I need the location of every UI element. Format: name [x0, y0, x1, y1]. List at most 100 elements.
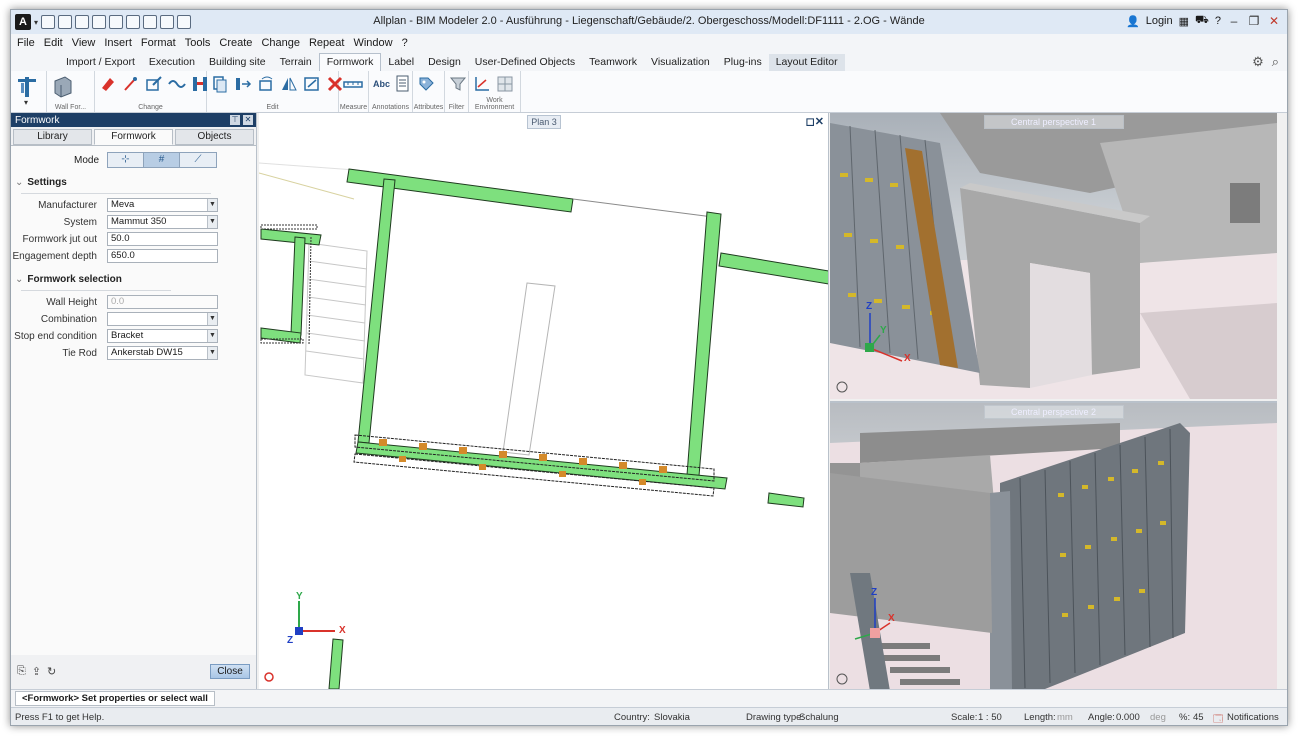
plan-title[interactable]: Plan 3 [527, 115, 561, 129]
angle-value[interactable]: 0.000 [1116, 712, 1140, 723]
login-button[interactable]: Login [1146, 15, 1173, 27]
save-favorites-icon[interactable]: ⇪ [32, 665, 41, 678]
percent-value[interactable]: 45 [1193, 712, 1204, 723]
mirror-icon[interactable] [280, 75, 298, 93]
filter-icon[interactable] [449, 75, 467, 93]
tab-formwork-panel[interactable]: Formwork [94, 129, 173, 145]
rotate-icon[interactable] [257, 75, 275, 93]
wave-icon[interactable] [168, 75, 186, 93]
menu-edit[interactable]: Edit [44, 37, 63, 49]
mode-corner-icon[interactable]: ⊹ [108, 153, 144, 167]
stop-end-select[interactable]: Bracket ▼ [107, 329, 218, 343]
help-icon[interactable]: ? [1215, 15, 1221, 27]
menu-change[interactable]: Change [261, 37, 300, 49]
formwork-selection-section[interactable]: ⌄ Formwork selection [15, 274, 256, 296]
perspective-1-title[interactable]: Central perspective 1 [983, 115, 1124, 129]
menu-help[interactable]: ? [402, 37, 408, 49]
cart-icon[interactable]: ⛟ [1195, 14, 1209, 28]
tie-rod-select[interactable]: Ankerstab DW15 ▼ [107, 346, 218, 360]
plan-drawing[interactable] [259, 113, 829, 689]
reset-icon[interactable]: ↻ [47, 665, 56, 678]
formwork-tower-icon[interactable]: ▾ [15, 75, 39, 107]
menu-view[interactable]: View [72, 37, 96, 49]
tab-plug-ins[interactable]: Plug-ins [717, 54, 769, 71]
perspective-2-title[interactable]: Central perspective 2 [983, 405, 1124, 419]
notifications-button[interactable]: Notifications [1227, 712, 1279, 723]
jut-out-input[interactable]: 50.0 [107, 232, 218, 246]
user-icon[interactable]: 👤 [1126, 15, 1140, 28]
new-file-icon[interactable] [41, 15, 56, 29]
menu-create[interactable]: Create [219, 37, 252, 49]
tab-library[interactable]: Library [13, 129, 92, 145]
tab-formwork[interactable]: Formwork [318, 53, 382, 71]
tab-design[interactable]: Design [421, 54, 468, 71]
tab-execution[interactable]: Execution [142, 54, 202, 71]
angle-unit[interactable]: deg [1150, 712, 1166, 723]
redo-icon[interactable] [126, 15, 141, 29]
menu-file[interactable]: File [17, 37, 35, 49]
search-icon[interactable]: ⌕ [1272, 54, 1279, 70]
perspective-view-1[interactable]: Z Y X Central perspective 1 [830, 113, 1277, 399]
restore-button[interactable]: ❐ [1247, 14, 1261, 28]
combination-select[interactable]: ▼ [107, 312, 218, 326]
allplan-logo-icon[interactable]: A [15, 14, 31, 30]
pen-icon[interactable] [122, 75, 140, 93]
menu-repeat[interactable]: Repeat [309, 37, 344, 49]
save-icon[interactable] [75, 15, 90, 29]
settings-gear-icon[interactable]: ⚙ [1252, 54, 1264, 70]
chevron-down-icon[interactable]: ▼ [207, 330, 217, 342]
open-file-icon[interactable] [58, 15, 73, 29]
close-button[interactable]: Close [210, 664, 250, 679]
minimize-button[interactable]: – [1227, 14, 1241, 28]
mode-tilt-icon[interactable]: ⟋ [180, 153, 216, 167]
scale-value[interactable]: 1 : 50 [978, 712, 1002, 723]
chevron-down-icon[interactable]: ▼ [207, 216, 217, 228]
tab-import-export[interactable]: Import / Export [59, 54, 142, 71]
tab-layout-editor[interactable]: Layout Editor [768, 54, 845, 71]
tab-building-site[interactable]: Building site [202, 54, 273, 71]
window-icon[interactable] [160, 15, 175, 29]
coordinate-icon[interactable] [473, 75, 491, 93]
menu-format[interactable]: Format [141, 37, 176, 49]
copy-icon[interactable] [211, 75, 229, 93]
menu-tools[interactable]: Tools [185, 37, 211, 49]
chevron-down-icon[interactable]: ▼ [207, 313, 217, 325]
chevron-down-icon[interactable]: ▼ [207, 199, 217, 211]
tab-visualization[interactable]: Visualization [644, 54, 717, 71]
grid-icon[interactable]: ▦ [1179, 15, 1189, 28]
perspective-view-2[interactable]: Z X Central perspective 2 [830, 401, 1277, 689]
engagement-input[interactable]: 650.0 [107, 249, 218, 263]
move-icon[interactable] [234, 75, 252, 93]
undo-icon[interactable] [109, 15, 124, 29]
notifications-icon[interactable]: 🗔 [1213, 712, 1223, 725]
pin-icon[interactable]: ⊤ [230, 115, 240, 125]
snap-target-icon[interactable] [264, 672, 274, 682]
drawing-type-value[interactable]: Schalung [799, 712, 839, 723]
tab-label[interactable]: Label [381, 54, 421, 71]
tab-teamwork[interactable]: Teamwork [582, 54, 644, 71]
mode-grid-icon[interactable]: # [144, 153, 180, 167]
plan-viewport[interactable]: Y X Z Plan 3 ◻✕ [259, 113, 829, 689]
document-icon[interactable] [395, 75, 411, 93]
open-favorites-icon[interactable]: ⎘ [17, 665, 26, 678]
attributes-icon[interactable] [417, 75, 435, 93]
close-window-button[interactable]: ✕ [1267, 14, 1281, 28]
chevron-down-icon[interactable]: ▾ [34, 18, 38, 27]
edit-icon[interactable] [145, 75, 163, 93]
length-unit[interactable]: mm [1057, 712, 1073, 723]
chevron-down-icon[interactable]: ▼ [207, 347, 217, 359]
country-value[interactable]: Slovakia [654, 712, 690, 723]
manufacturer-select[interactable]: Meva ▼ [107, 198, 218, 212]
system-select[interactable]: Mammut 350 ▼ [107, 215, 218, 229]
wall-formwork-icon[interactable] [51, 75, 75, 101]
layer-icon[interactable] [143, 15, 158, 29]
viewport-controls-icon[interactable]: ◻✕ [806, 115, 824, 128]
tools-icon[interactable] [177, 15, 192, 29]
menu-insert[interactable]: Insert [104, 37, 132, 49]
print-icon[interactable] [92, 15, 107, 29]
close-icon[interactable]: ✕ [243, 115, 253, 125]
measure-icon[interactable] [343, 75, 363, 93]
menu-window[interactable]: Window [353, 37, 392, 49]
wall-height-input[interactable]: 0.0 [107, 295, 218, 309]
grid-snap-icon[interactable] [496, 75, 514, 93]
